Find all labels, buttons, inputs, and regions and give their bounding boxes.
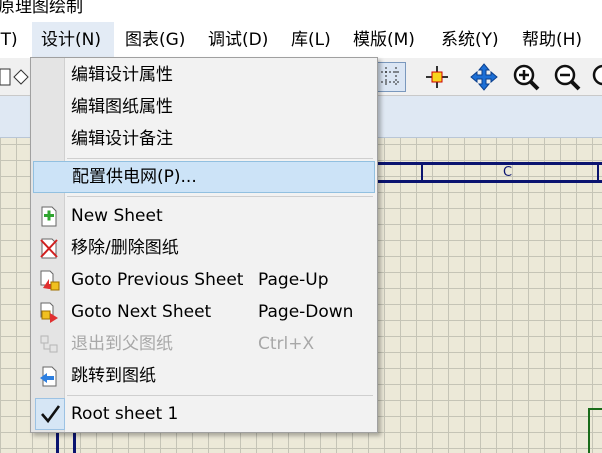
previous-sheet-icon	[37, 268, 61, 292]
zoom-all-icon[interactable]	[590, 62, 602, 92]
menu-tools[interactable]: (T)	[0, 22, 18, 58]
menu-item-goto-next-sheet[interactable]: Goto Next Sheet Page-Down	[33, 296, 375, 328]
sheet-border-inner	[374, 180, 602, 183]
next-sheet-icon	[37, 300, 61, 324]
menu-item-label: 编辑设计备注	[71, 129, 173, 149]
menu-item-label: New Sheet	[71, 206, 163, 226]
menu-separator	[67, 395, 373, 396]
sheet-border-left-inner	[73, 430, 76, 453]
menu-item-remove-sheet[interactable]: 移除/删除图纸	[33, 232, 375, 264]
menu-item-edit-design-properties[interactable]: 编辑设计属性	[33, 59, 375, 91]
menu-item-new-sheet[interactable]: New Sheet	[33, 200, 375, 232]
menu-graph[interactable]: 图表(G)	[125, 22, 185, 58]
design-menu: 编辑设计属性 编辑图纸属性 编辑设计备注 配置供电网(P)... New She…	[30, 57, 378, 433]
menu-item-shortcut: Ctrl+X	[258, 334, 315, 354]
new-sheet-icon	[37, 204, 61, 228]
grid-icon[interactable]	[376, 62, 406, 92]
menu-separator	[67, 158, 373, 159]
menu-help[interactable]: 帮助(H)	[522, 22, 582, 58]
menu-separator	[67, 196, 373, 197]
sheet-border-top	[374, 162, 602, 165]
menu-item-label: 退出到父图纸	[71, 334, 173, 354]
menu-item-goto-previous-sheet[interactable]: Goto Previous Sheet Page-Up	[33, 264, 375, 296]
menu-item-label: Goto Next Sheet	[71, 302, 212, 322]
zoom-in-icon[interactable]	[511, 62, 541, 92]
menu-system[interactable]: 系统(Y)	[441, 22, 499, 58]
component-outline	[588, 408, 602, 453]
menu-item-label: 跳转到图纸	[71, 366, 156, 386]
menu-template[interactable]: 模版(M)	[353, 22, 415, 58]
menu-library[interactable]: 库(L)	[291, 22, 331, 58]
menu-item-label: 编辑图纸属性	[71, 97, 173, 117]
zone-label: C	[503, 165, 513, 180]
exit-to-parent-icon	[37, 332, 61, 356]
menu-item-label: 编辑设计属性	[71, 65, 173, 85]
menu-item-shortcut: Page-Down	[258, 302, 354, 322]
menu-item-label: Root sheet 1	[71, 404, 179, 424]
menu-item-root-sheet-1[interactable]: Root sheet 1	[33, 398, 375, 430]
menu-item-goto-sheet[interactable]: 跳转到图纸	[33, 360, 375, 392]
menu-item-configure-power-rails[interactable]: 配置供电网(P)...	[33, 161, 375, 193]
zone-divider	[421, 162, 423, 183]
menu-debug[interactable]: 调试(D)	[208, 22, 268, 58]
menu-design[interactable]: 设计(N)	[32, 22, 114, 58]
window-title: 原理图绘制	[0, 0, 83, 17]
menu-bar: (T) 设计(N) 图表(G) 调试(D) 库(L) 模版(M) 系统(Y) 帮…	[0, 22, 602, 58]
title-bar: 原理图绘制	[0, 0, 602, 22]
menu-item-label: Goto Previous Sheet	[71, 270, 244, 290]
menu-item-label: 配置供电网(P)...	[72, 167, 197, 187]
zoom-out-icon[interactable]	[552, 62, 582, 92]
checkmark-icon	[35, 398, 65, 430]
zone-divider	[597, 162, 599, 183]
goto-sheet-icon	[37, 364, 61, 388]
origin-icon[interactable]	[422, 62, 452, 92]
sheet-border-left	[56, 430, 59, 453]
menu-item-edit-sheet-properties[interactable]: 编辑图纸属性	[33, 91, 375, 123]
menu-item-shortcut: Page-Up	[258, 270, 329, 290]
pan-icon[interactable]	[469, 62, 499, 92]
remove-sheet-icon	[37, 236, 61, 260]
menu-item-edit-design-notes[interactable]: 编辑设计备注	[33, 123, 375, 155]
menu-item-label: 移除/删除图纸	[71, 238, 179, 258]
menu-item-exit-to-parent: 退出到父图纸 Ctrl+X	[33, 328, 375, 360]
